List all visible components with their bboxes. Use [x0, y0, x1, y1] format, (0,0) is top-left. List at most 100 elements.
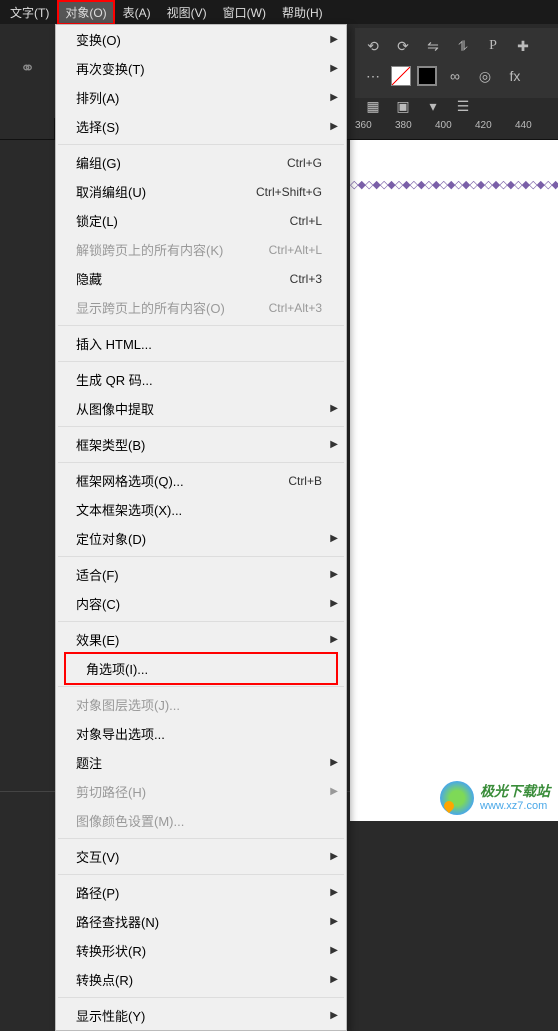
menu-item[interactable]: 编组(G)Ctrl+G [56, 148, 346, 177]
menu-item[interactable]: 转换点(R)▶ [56, 965, 346, 994]
submenu-arrow-icon: ▶ [330, 786, 338, 797]
menu-item-label: 对象图层选项(J)... [76, 695, 180, 714]
menu-item[interactable]: 从图像中提取▶ [56, 394, 346, 423]
menu-item[interactable]: 选择(S)▶ [56, 112, 346, 141]
menu-item[interactable]: 对象导出选项... [56, 719, 346, 748]
menu-item[interactable]: 定位对象(D) ▶ [56, 524, 346, 553]
watermark-title: 极光下载站 [480, 784, 550, 799]
submenu-arrow-icon: ▶ [330, 34, 338, 45]
effects-icon[interactable]: fx [503, 64, 527, 88]
menu-item[interactable]: 取消编组(U)Ctrl+Shift+G [56, 177, 346, 206]
swatch-none[interactable] [391, 66, 411, 86]
menu-item: 剪切路径(H)▶ [56, 777, 346, 806]
menu-item[interactable]: 锁定(L) Ctrl+L [56, 206, 346, 235]
menu-item[interactable]: 显示性能(Y)▶ [56, 1001, 346, 1030]
menu-separator [58, 325, 344, 326]
ruler-corner [0, 118, 55, 139]
pattern-object[interactable]: ◇◆◇◆◇◆◇◆◇◆◇◆◇◆◇◆◇◆◇◆◇◆◇◆◇◆◇◆◇◆◇◆◇◆◇◆◇◆◇◆… [350, 178, 558, 191]
menu-separator [58, 144, 344, 145]
menubar: 文字(T) 对象(O) 表(A) 视图(V) 窗口(W) 帮助(H) [0, 0, 558, 24]
menu-item[interactable]: 角选项(I)... [66, 654, 336, 683]
menu-item[interactable]: 生成 QR 码... [56, 365, 346, 394]
menu-separator [58, 556, 344, 557]
object-menu-dropdown: 变换(O) ▶ 再次变换(T) ▶ 排列(A)▶选择(S)▶ 编组(G)Ctrl+G取消编… [55, 24, 347, 1031]
menu-item[interactable]: 框架网格选项(Q)...Ctrl+B [56, 466, 346, 495]
grid-icon[interactable]: ▦ [361, 94, 385, 118]
menu-item-shortcut: Ctrl+L [290, 214, 322, 228]
menu-item-label: 定位对象(D) [76, 529, 146, 548]
submenu-arrow-icon: ▶ [330, 851, 338, 862]
menu-table[interactable]: 表(A) [115, 0, 159, 25]
rotate-left-icon[interactable]: ⟲ [361, 34, 385, 58]
ruler-mark: 420 [475, 120, 492, 131]
menu-item[interactable]: 内容(C)▶ [56, 589, 346, 618]
menu-item[interactable]: 框架类型(B)▶ [56, 430, 346, 459]
chevron-down-icon[interactable]: ▾ [421, 94, 445, 118]
submenu-arrow-icon: ▶ [330, 403, 338, 414]
menu-item[interactable]: 排列(A)▶ [56, 83, 346, 112]
menu-help[interactable]: 帮助(H) [274, 0, 331, 25]
ruler-mark: 440 [515, 120, 532, 131]
paragraph-icon[interactable]: P [481, 34, 505, 58]
menu-item-label: 锁定(L) [76, 211, 118, 230]
dots-icon[interactable]: ∞ [443, 64, 467, 88]
menu-item-shortcut: Ctrl+3 [290, 272, 322, 286]
menu-text[interactable]: 文字(T) [2, 0, 57, 25]
menu-item: 解锁跨页上的所有内容(K) Ctrl+Alt+L [56, 235, 346, 264]
swatch-black[interactable] [417, 66, 437, 86]
menu-item[interactable]: 插入 HTML... [56, 329, 346, 358]
add-icon[interactable]: ✚ [511, 34, 535, 58]
menu-item: 对象图层选项(J)... [56, 690, 346, 719]
menu-item-label: 内容(C) [76, 594, 120, 613]
menu-item[interactable]: 题注▶ [56, 748, 346, 777]
menu-item[interactable]: 效果(E)▶ [56, 625, 346, 654]
menu-separator [58, 462, 344, 463]
menu-item[interactable]: 隐藏 Ctrl+3 [56, 264, 346, 293]
submenu-arrow-icon: ▶ [330, 945, 338, 956]
menu-item[interactable]: 变换(O) ▶ [56, 25, 346, 54]
submenu-arrow-icon: ▶ [330, 121, 338, 132]
highlighted-menu-item[interactable]: 角选项(I)... [64, 652, 338, 685]
frame-icon[interactable]: ▣ [391, 94, 415, 118]
menu-item-shortcut: Ctrl+Alt+L [269, 243, 322, 257]
menu-window[interactable]: 窗口(W) [215, 0, 274, 25]
menu-item-label: 隐藏 [76, 269, 102, 288]
ruler-mark: 360 [355, 120, 372, 131]
opts-icon[interactable]: ☰ [451, 94, 475, 118]
menu-separator [58, 686, 344, 687]
menu-item-label: 变换(O) [76, 30, 121, 49]
menu-item[interactable]: 路径(P)▶ [56, 878, 346, 907]
link-icon[interactable]: ⚭ [20, 58, 35, 79]
menu-separator [58, 361, 344, 362]
target-icon[interactable]: ◎ [473, 64, 497, 88]
menu-item-label: 显示跨页上的所有内容(O) [76, 298, 225, 317]
submenu-arrow-icon: ▶ [330, 63, 338, 74]
menu-item[interactable]: 适合(F)▶ [56, 560, 346, 589]
menu-item-label: 解锁跨页上的所有内容(K) [76, 240, 223, 259]
menu-object[interactable]: 对象(O) [57, 0, 114, 25]
menu-separator [58, 997, 344, 998]
submenu-arrow-icon: ▶ [330, 533, 338, 544]
watermark: 极光下载站 www.xz7.com [440, 781, 550, 815]
menu-item-label: 再次变换(T) [76, 59, 145, 78]
menu-item-label: 转换点(R) [76, 970, 133, 989]
menu-item[interactable]: 文本框架选项(X)... [56, 495, 346, 524]
menu-item[interactable]: 交互(V)▶ [56, 842, 346, 871]
menu-item-shortcut: Ctrl+Shift+G [256, 185, 322, 199]
canvas[interactable]: ◇◆◇◆◇◆◇◆◇◆◇◆◇◆◇◆◇◆◇◆◇◆◇◆◇◆◇◆◇◆◇◆◇◆◇◆◇◆◇◆… [350, 140, 558, 821]
more-icon[interactable]: ⋯ [361, 64, 385, 88]
watermark-url: www.xz7.com [480, 800, 550, 812]
flip-v-icon[interactable]: ⥮ [451, 34, 475, 58]
menu-item[interactable]: 路径查找器(N)▶ [56, 907, 346, 936]
submenu-arrow-icon: ▶ [330, 569, 338, 580]
menu-view[interactable]: 视图(V) [159, 0, 215, 25]
flip-h-icon[interactable]: ⇋ [421, 34, 445, 58]
menu-item[interactable]: 转换形状(R)▶ [56, 936, 346, 965]
menu-item-label: 显示性能(Y) [76, 1006, 145, 1025]
menu-item[interactable]: 再次变换(T) ▶ [56, 54, 346, 83]
menu-item-shortcut: Ctrl+B [288, 474, 322, 488]
rotate-right-icon[interactable]: ⟳ [391, 34, 415, 58]
menu-separator [58, 621, 344, 622]
submenu-arrow-icon: ▶ [330, 439, 338, 450]
left-tool-panel: ⚭ [0, 28, 55, 108]
